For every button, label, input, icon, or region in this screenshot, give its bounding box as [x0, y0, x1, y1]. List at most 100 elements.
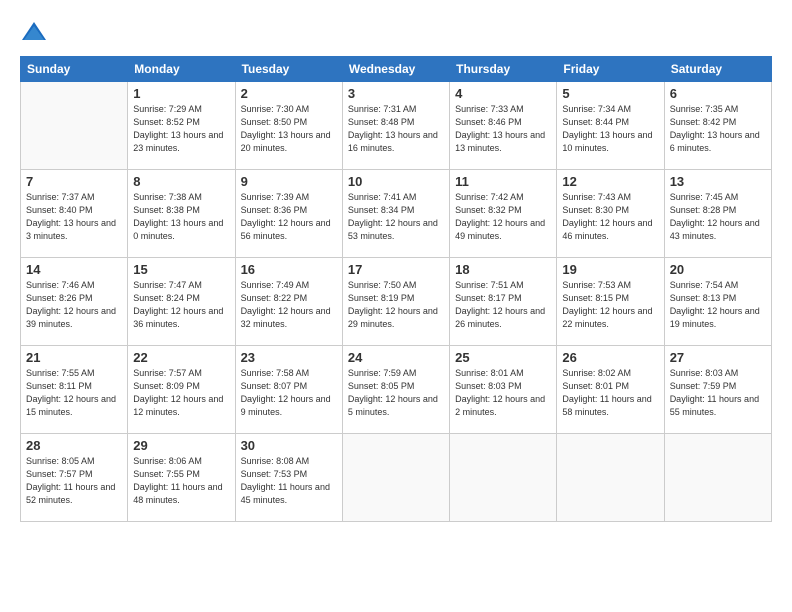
day-info: Sunrise: 7:31 AMSunset: 8:48 PMDaylight:…	[348, 103, 444, 155]
day-number: 27	[670, 350, 766, 365]
calendar-cell: 12Sunrise: 7:43 AMSunset: 8:30 PMDayligh…	[557, 170, 664, 258]
day-number: 19	[562, 262, 658, 277]
calendar-cell: 1 Sunrise: 7:29 AMSunset: 8:52 PMDaylight…	[128, 82, 235, 170]
day-number: 16	[241, 262, 337, 277]
calendar-cell: 6 Sunrise: 7:35 AMSunset: 8:42 PMDaylight…	[664, 82, 771, 170]
day-number: 13	[670, 174, 766, 189]
day-info: Sunrise: 7:29 AMSunset: 8:52 PMDaylight:…	[133, 103, 229, 155]
logo	[20, 18, 52, 46]
day-number: 15	[133, 262, 229, 277]
day-number: 20	[670, 262, 766, 277]
day-number: 18	[455, 262, 551, 277]
calendar-cell: 25Sunrise: 8:01 AMSunset: 8:03 PMDayligh…	[450, 346, 557, 434]
calendar-cell: 27 Sunrise: 8:03 AMSunset: 7:59 PMDayligh…	[664, 346, 771, 434]
day-number: 4	[455, 86, 551, 101]
calendar-week-row: 21 Sunrise: 7:55 AMSunset: 8:11 PMDayligh…	[21, 346, 772, 434]
day-info: Sunrise: 7:57 AMSunset: 8:09 PMDaylight:…	[133, 367, 229, 419]
day-info: Sunrise: 7:54 AMSunset: 8:13 PMDaylight:…	[670, 279, 766, 331]
day-info: Sunrise: 8:08 AMSunset: 7:53 PMDaylight:…	[241, 455, 337, 507]
day-number: 26	[562, 350, 658, 365]
day-info: Sunrise: 7:35 AMSunset: 8:42 PMDaylight:…	[670, 103, 766, 155]
day-number: 14	[26, 262, 122, 277]
day-number: 22	[133, 350, 229, 365]
day-info: Sunrise: 7:38 AMSunset: 8:38 PMDaylight:…	[133, 191, 229, 243]
calendar-cell	[21, 82, 128, 170]
calendar-cell: 20 Sunrise: 7:54 AMSunset: 8:13 PMDayligh…	[664, 258, 771, 346]
calendar-cell: 10Sunrise: 7:41 AMSunset: 8:34 PMDayligh…	[342, 170, 449, 258]
day-info: Sunrise: 8:03 AMSunset: 7:59 PMDaylight:…	[670, 367, 766, 419]
calendar-cell: 3Sunrise: 7:31 AMSunset: 8:48 PMDaylight…	[342, 82, 449, 170]
day-number: 21	[26, 350, 122, 365]
calendar-table: SundayMondayTuesdayWednesdayThursdayFrid…	[20, 56, 772, 522]
day-info: Sunrise: 7:50 AMSunset: 8:19 PMDaylight:…	[348, 279, 444, 331]
day-number: 2	[241, 86, 337, 101]
calendar-day-header: Saturday	[664, 57, 771, 82]
calendar-week-row: 28 Sunrise: 8:05 AMSunset: 7:57 PMDayligh…	[21, 434, 772, 522]
day-number: 7	[26, 174, 122, 189]
calendar-cell: 16 Sunrise: 7:49 AMSunset: 8:22 PMDayligh…	[235, 258, 342, 346]
day-info: Sunrise: 7:51 AMSunset: 8:17 PMDaylight:…	[455, 279, 551, 331]
calendar-cell: 8 Sunrise: 7:38 AMSunset: 8:38 PMDaylight…	[128, 170, 235, 258]
day-info: Sunrise: 7:30 AMSunset: 8:50 PMDaylight:…	[241, 103, 337, 155]
calendar-cell: 21 Sunrise: 7:55 AMSunset: 8:11 PMDayligh…	[21, 346, 128, 434]
calendar-cell: 4 Sunrise: 7:33 AMSunset: 8:46 PMDaylight…	[450, 82, 557, 170]
day-number: 23	[241, 350, 337, 365]
calendar-cell: 2 Sunrise: 7:30 AMSunset: 8:50 PMDaylight…	[235, 82, 342, 170]
calendar-day-header: Tuesday	[235, 57, 342, 82]
calendar-day-header: Sunday	[21, 57, 128, 82]
page: SundayMondayTuesdayWednesdayThursdayFrid…	[0, 0, 792, 612]
day-info: Sunrise: 7:45 AMSunset: 8:28 PMDaylight:…	[670, 191, 766, 243]
day-number: 24	[348, 350, 444, 365]
day-number: 28	[26, 438, 122, 453]
calendar-cell: 15Sunrise: 7:47 AMSunset: 8:24 PMDayligh…	[128, 258, 235, 346]
calendar-cell: 22 Sunrise: 7:57 AMSunset: 8:09 PMDayligh…	[128, 346, 235, 434]
day-info: Sunrise: 7:53 AMSunset: 8:15 PMDaylight:…	[562, 279, 658, 331]
day-info: Sunrise: 8:05 AMSunset: 7:57 PMDaylight:…	[26, 455, 122, 507]
day-info: Sunrise: 7:33 AMSunset: 8:46 PMDaylight:…	[455, 103, 551, 155]
day-number: 1	[133, 86, 229, 101]
calendar-cell: 14 Sunrise: 7:46 AMSunset: 8:26 PMDayligh…	[21, 258, 128, 346]
calendar-cell: 30 Sunrise: 8:08 AMSunset: 7:53 PMDayligh…	[235, 434, 342, 522]
day-number: 10	[348, 174, 444, 189]
day-info: Sunrise: 7:49 AMSunset: 8:22 PMDaylight:…	[241, 279, 337, 331]
day-number: 8	[133, 174, 229, 189]
day-info: Sunrise: 7:39 AMSunset: 8:36 PMDaylight:…	[241, 191, 337, 243]
calendar-cell	[342, 434, 449, 522]
calendar-cell	[557, 434, 664, 522]
calendar-cell: 28 Sunrise: 8:05 AMSunset: 7:57 PMDayligh…	[21, 434, 128, 522]
calendar-day-header: Thursday	[450, 57, 557, 82]
calendar-cell: 9Sunrise: 7:39 AMSunset: 8:36 PMDaylight…	[235, 170, 342, 258]
calendar-cell: 29 Sunrise: 8:06 AMSunset: 7:55 PMDayligh…	[128, 434, 235, 522]
calendar-header-row: SundayMondayTuesdayWednesdayThursdayFrid…	[21, 57, 772, 82]
calendar-week-row: 7Sunrise: 7:37 AMSunset: 8:40 PMDaylight…	[21, 170, 772, 258]
day-number: 11	[455, 174, 551, 189]
calendar-cell: 24 Sunrise: 7:59 AMSunset: 8:05 PMDayligh…	[342, 346, 449, 434]
calendar-cell: 5 Sunrise: 7:34 AMSunset: 8:44 PMDaylight…	[557, 82, 664, 170]
header	[20, 18, 772, 46]
day-number: 29	[133, 438, 229, 453]
calendar-day-header: Friday	[557, 57, 664, 82]
day-info: Sunrise: 8:02 AMSunset: 8:01 PMDaylight:…	[562, 367, 658, 419]
day-number: 5	[562, 86, 658, 101]
day-number: 25	[455, 350, 551, 365]
day-number: 17	[348, 262, 444, 277]
calendar-cell: 23 Sunrise: 7:58 AMSunset: 8:07 PMDayligh…	[235, 346, 342, 434]
day-info: Sunrise: 7:59 AMSunset: 8:05 PMDaylight:…	[348, 367, 444, 419]
day-number: 6	[670, 86, 766, 101]
day-info: Sunrise: 7:58 AMSunset: 8:07 PMDaylight:…	[241, 367, 337, 419]
calendar-cell: 17 Sunrise: 7:50 AMSunset: 8:19 PMDayligh…	[342, 258, 449, 346]
calendar-cell	[664, 434, 771, 522]
calendar-cell: 11Sunrise: 7:42 AMSunset: 8:32 PMDayligh…	[450, 170, 557, 258]
day-info: Sunrise: 7:34 AMSunset: 8:44 PMDaylight:…	[562, 103, 658, 155]
calendar-cell: 18 Sunrise: 7:51 AMSunset: 8:17 PMDayligh…	[450, 258, 557, 346]
calendar-day-header: Monday	[128, 57, 235, 82]
day-info: Sunrise: 8:06 AMSunset: 7:55 PMDaylight:…	[133, 455, 229, 507]
calendar-cell	[450, 434, 557, 522]
calendar-cell: 13 Sunrise: 7:45 AMSunset: 8:28 PMDayligh…	[664, 170, 771, 258]
day-number: 30	[241, 438, 337, 453]
calendar-week-row: 1 Sunrise: 7:29 AMSunset: 8:52 PMDaylight…	[21, 82, 772, 170]
calendar-cell: 7Sunrise: 7:37 AMSunset: 8:40 PMDaylight…	[21, 170, 128, 258]
day-info: Sunrise: 7:46 AMSunset: 8:26 PMDaylight:…	[26, 279, 122, 331]
day-info: Sunrise: 7:43 AMSunset: 8:30 PMDaylight:…	[562, 191, 658, 243]
day-info: Sunrise: 7:55 AMSunset: 8:11 PMDaylight:…	[26, 367, 122, 419]
